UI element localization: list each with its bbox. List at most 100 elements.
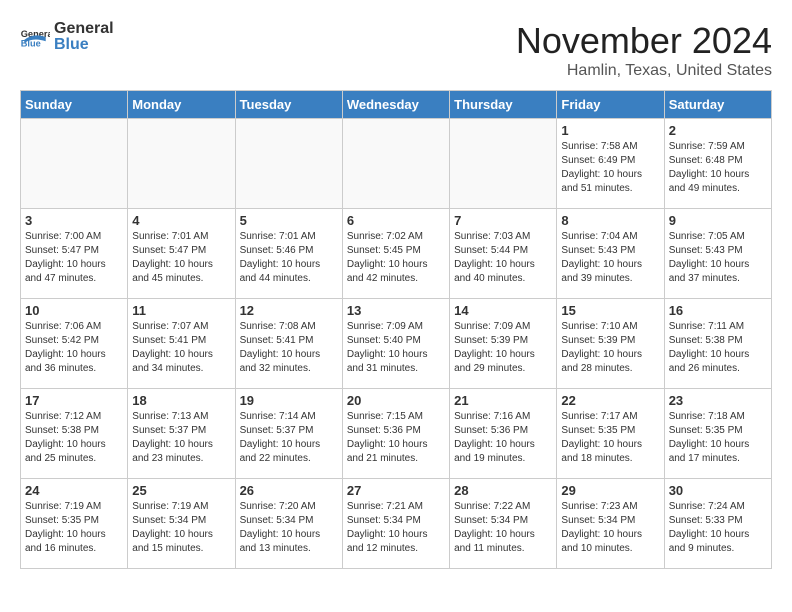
day-number: 19 bbox=[240, 393, 338, 408]
day-info: Sunrise: 7:00 AM Sunset: 5:47 PM Dayligh… bbox=[25, 230, 123, 286]
calendar-cell: 2 Sunrise: 7:59 AM Sunset: 6:48 PM Daylig… bbox=[664, 119, 771, 209]
calendar-cell: 22 Sunrise: 7:17 AM Sunset: 5:35 PM Dayli… bbox=[557, 389, 664, 479]
day-info: Sunrise: 7:08 AM Sunset: 5:41 PM Dayligh… bbox=[240, 320, 338, 376]
calendar-cell bbox=[342, 119, 449, 209]
weekday-header-tuesday: Tuesday bbox=[235, 91, 342, 119]
week-row-3: 17Sunrise: 7:12 AM Sunset: 5:38 PM Dayli… bbox=[21, 389, 772, 479]
day-info: Sunrise: 7:09 AM Sunset: 5:39 PM Dayligh… bbox=[454, 320, 552, 376]
logo-icon: General Blue bbox=[20, 27, 50, 47]
weekday-header-row: SundayMondayTuesdayWednesdayThursdayFrid… bbox=[21, 91, 772, 119]
day-number: 11 bbox=[132, 303, 230, 318]
day-number: 21 bbox=[454, 393, 552, 408]
header: General Blue General Blue November 2024 … bbox=[20, 20, 772, 80]
day-number: 14 bbox=[454, 303, 552, 318]
day-info: Sunrise: 7:20 AM Sunset: 5:34 PM Dayligh… bbox=[240, 500, 338, 556]
calendar-cell: 26 Sunrise: 7:20 AM Sunset: 5:34 PM Dayli… bbox=[235, 479, 342, 569]
day-number: 2 bbox=[669, 123, 767, 138]
day-info: Sunrise: 7:16 AM Sunset: 5:36 PM Dayligh… bbox=[454, 410, 552, 466]
day-number: 15 bbox=[561, 303, 659, 318]
calendar-cell: 15 Sunrise: 7:10 AM Sunset: 5:39 PM Dayli… bbox=[557, 299, 664, 389]
day-number: 23 bbox=[669, 393, 767, 408]
calendar-cell: 7 Sunrise: 7:03 AM Sunset: 5:44 PM Daylig… bbox=[450, 209, 557, 299]
calendar-cell: 13 Sunrise: 7:09 AM Sunset: 5:40 PM Dayli… bbox=[342, 299, 449, 389]
weekday-header-wednesday: Wednesday bbox=[342, 91, 449, 119]
day-info: Sunrise: 7:15 AM Sunset: 5:36 PM Dayligh… bbox=[347, 410, 445, 466]
day-number: 1 bbox=[561, 123, 659, 138]
day-number: 30 bbox=[669, 483, 767, 498]
weekday-header-thursday: Thursday bbox=[450, 91, 557, 119]
calendar-cell: 17Sunrise: 7:12 AM Sunset: 5:38 PM Dayli… bbox=[21, 389, 128, 479]
day-number: 20 bbox=[347, 393, 445, 408]
title-area: November 2024 Hamlin, Texas, United Stat… bbox=[516, 20, 772, 80]
calendar-cell: 19 Sunrise: 7:14 AM Sunset: 5:37 PM Dayli… bbox=[235, 389, 342, 479]
month-title: November 2024 bbox=[516, 20, 772, 62]
day-info: Sunrise: 7:07 AM Sunset: 5:41 PM Dayligh… bbox=[132, 320, 230, 376]
calendar-cell: 6Sunrise: 7:02 AM Sunset: 5:45 PM Daylig… bbox=[342, 209, 449, 299]
day-info: Sunrise: 7:59 AM Sunset: 6:48 PM Dayligh… bbox=[669, 140, 767, 196]
day-number: 7 bbox=[454, 213, 552, 228]
day-info: Sunrise: 7:10 AM Sunset: 5:39 PM Dayligh… bbox=[561, 320, 659, 376]
day-info: Sunrise: 7:21 AM Sunset: 5:34 PM Dayligh… bbox=[347, 500, 445, 556]
day-number: 9 bbox=[669, 213, 767, 228]
week-row-2: 10Sunrise: 7:06 AM Sunset: 5:42 PM Dayli… bbox=[21, 299, 772, 389]
logo: General Blue General Blue bbox=[20, 20, 114, 53]
calendar-cell: 24 Sunrise: 7:19 AM Sunset: 5:35 PM Dayli… bbox=[21, 479, 128, 569]
day-number: 13 bbox=[347, 303, 445, 318]
calendar-cell: 9 Sunrise: 7:05 AM Sunset: 5:43 PM Daylig… bbox=[664, 209, 771, 299]
day-info: Sunrise: 7:01 AM Sunset: 5:47 PM Dayligh… bbox=[132, 230, 230, 286]
day-info: Sunrise: 7:01 AM Sunset: 5:46 PM Dayligh… bbox=[240, 230, 338, 286]
day-number: 4 bbox=[132, 213, 230, 228]
calendar-cell: 5 Sunrise: 7:01 AM Sunset: 5:46 PM Daylig… bbox=[235, 209, 342, 299]
day-info: Sunrise: 7:09 AM Sunset: 5:40 PM Dayligh… bbox=[347, 320, 445, 376]
calendar-cell: 20 Sunrise: 7:15 AM Sunset: 5:36 PM Dayli… bbox=[342, 389, 449, 479]
day-number: 12 bbox=[240, 303, 338, 318]
calendar-cell: 21 Sunrise: 7:16 AM Sunset: 5:36 PM Dayli… bbox=[450, 389, 557, 479]
day-number: 24 bbox=[25, 483, 123, 498]
calendar-cell: 25 Sunrise: 7:19 AM Sunset: 5:34 PM Dayli… bbox=[128, 479, 235, 569]
logo-general: General bbox=[54, 20, 114, 38]
calendar-cell bbox=[235, 119, 342, 209]
day-number: 5 bbox=[240, 213, 338, 228]
weekday-header-monday: Monday bbox=[128, 91, 235, 119]
day-info: Sunrise: 7:19 AM Sunset: 5:34 PM Dayligh… bbox=[132, 500, 230, 556]
calendar-cell: 11 Sunrise: 7:07 AM Sunset: 5:41 PM Dayli… bbox=[128, 299, 235, 389]
calendar-cell: 10Sunrise: 7:06 AM Sunset: 5:42 PM Dayli… bbox=[21, 299, 128, 389]
day-info: Sunrise: 7:05 AM Sunset: 5:43 PM Dayligh… bbox=[669, 230, 767, 286]
calendar-cell bbox=[128, 119, 235, 209]
day-number: 6 bbox=[347, 213, 445, 228]
day-number: 8 bbox=[561, 213, 659, 228]
calendar-cell: 8 Sunrise: 7:04 AM Sunset: 5:43 PM Daylig… bbox=[557, 209, 664, 299]
day-info: Sunrise: 7:17 AM Sunset: 5:35 PM Dayligh… bbox=[561, 410, 659, 466]
day-info: Sunrise: 7:58 AM Sunset: 6:49 PM Dayligh… bbox=[561, 140, 659, 196]
day-info: Sunrise: 7:11 AM Sunset: 5:38 PM Dayligh… bbox=[669, 320, 767, 376]
day-number: 22 bbox=[561, 393, 659, 408]
day-info: Sunrise: 7:13 AM Sunset: 5:37 PM Dayligh… bbox=[132, 410, 230, 466]
day-number: 28 bbox=[454, 483, 552, 498]
day-info: Sunrise: 7:19 AM Sunset: 5:35 PM Dayligh… bbox=[25, 500, 123, 556]
calendar-cell: 30 Sunrise: 7:24 AM Sunset: 5:33 PM Dayli… bbox=[664, 479, 771, 569]
day-number: 3 bbox=[25, 213, 123, 228]
day-info: Sunrise: 7:14 AM Sunset: 5:37 PM Dayligh… bbox=[240, 410, 338, 466]
day-number: 25 bbox=[132, 483, 230, 498]
day-info: Sunrise: 7:06 AM Sunset: 5:42 PM Dayligh… bbox=[25, 320, 123, 376]
calendar-cell: 1 Sunrise: 7:58 AM Sunset: 6:49 PM Daylig… bbox=[557, 119, 664, 209]
day-number: 26 bbox=[240, 483, 338, 498]
day-number: 18 bbox=[132, 393, 230, 408]
calendar-cell: 12 Sunrise: 7:08 AM Sunset: 5:41 PM Dayli… bbox=[235, 299, 342, 389]
calendar-cell: 23Sunrise: 7:18 AM Sunset: 5:35 PM Dayli… bbox=[664, 389, 771, 479]
weekday-header-sunday: Sunday bbox=[21, 91, 128, 119]
calendar-cell: 16 Sunrise: 7:11 AM Sunset: 5:38 PM Dayli… bbox=[664, 299, 771, 389]
week-row-1: 3 Sunrise: 7:00 AM Sunset: 5:47 PM Daylig… bbox=[21, 209, 772, 299]
week-row-4: 24 Sunrise: 7:19 AM Sunset: 5:35 PM Dayli… bbox=[21, 479, 772, 569]
calendar-cell bbox=[21, 119, 128, 209]
day-info: Sunrise: 7:03 AM Sunset: 5:44 PM Dayligh… bbox=[454, 230, 552, 286]
calendar-cell: 14 Sunrise: 7:09 AM Sunset: 5:39 PM Dayli… bbox=[450, 299, 557, 389]
calendar-cell: 18 Sunrise: 7:13 AM Sunset: 5:37 PM Dayli… bbox=[128, 389, 235, 479]
day-info: Sunrise: 7:24 AM Sunset: 5:33 PM Dayligh… bbox=[669, 500, 767, 556]
day-info: Sunrise: 7:04 AM Sunset: 5:43 PM Dayligh… bbox=[561, 230, 659, 286]
day-info: Sunrise: 7:23 AM Sunset: 5:34 PM Dayligh… bbox=[561, 500, 659, 556]
weekday-header-friday: Friday bbox=[557, 91, 664, 119]
day-number: 16 bbox=[669, 303, 767, 318]
day-info: Sunrise: 7:12 AM Sunset: 5:38 PM Dayligh… bbox=[25, 410, 123, 466]
logo-blue: Blue bbox=[54, 36, 114, 54]
